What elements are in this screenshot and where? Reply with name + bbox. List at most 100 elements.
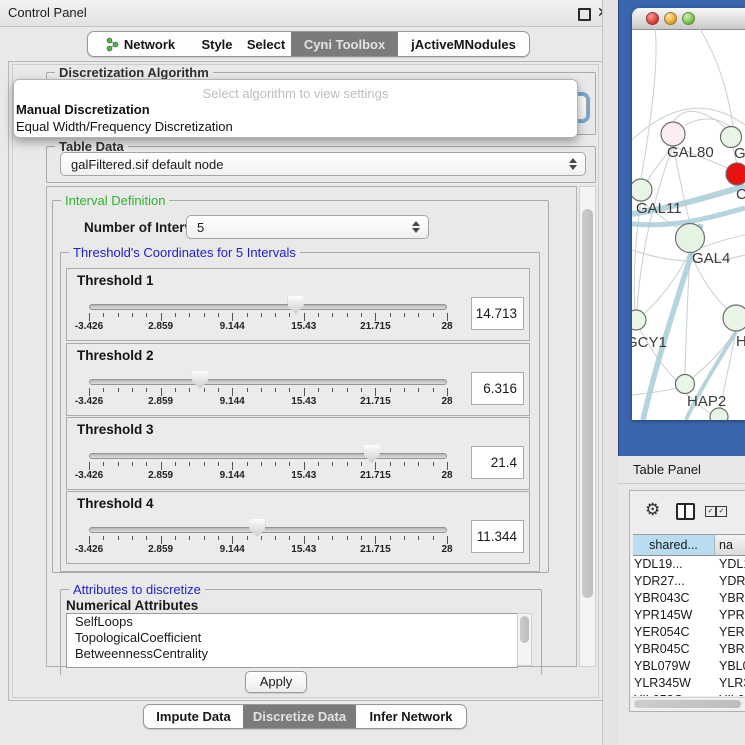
numerical-attributes-list[interactable]: SelfLoops TopologicalCoefficient Between… [66, 613, 518, 668]
apply-button[interactable]: Apply [245, 671, 307, 693]
threshold-1-box: Threshold 1 -3.4262.8599.14415.4321.7152… [66, 268, 530, 341]
tab-jactivemnodules-label: jActiveMNodules [411, 37, 516, 52]
discretization-algorithm-label: Discretization Algorithm [55, 65, 213, 80]
node-red-selected[interactable] [726, 163, 745, 185]
column-header-name[interactable]: na [715, 534, 745, 556]
number-of-intervals-combo[interactable]: 5 [186, 215, 429, 239]
close-traffic-light-icon[interactable] [646, 12, 659, 25]
bottom-tab-bar: Impute Data Discretize Data Infer Networ… [143, 704, 467, 729]
threshold-3-slider-track[interactable] [89, 453, 447, 459]
popup-option-manual[interactable]: Manual Discretization [14, 101, 577, 118]
threshold-1-slider-track[interactable] [89, 304, 447, 310]
threshold-2-label: Threshold 2 [77, 348, 154, 363]
node-gal80[interactable] [661, 122, 685, 146]
threshold-4-value-field[interactable]: 11.344 [471, 520, 524, 553]
network-canvas[interactable]: GAL80 GA C GAL11 GAL4 GCY1 H HAP2 [632, 29, 745, 420]
tab-impute-data-label: Impute Data [156, 709, 230, 724]
threshold-2-value-field[interactable]: 6.316 [471, 372, 524, 405]
threshold-3-label: Threshold 3 [77, 422, 154, 437]
column-header-shared-name[interactable]: shared... [633, 534, 715, 556]
list-scrollbar[interactable] [517, 613, 532, 666]
table-row[interactable]: YBR045CYBR0 [632, 641, 745, 658]
minimize-traffic-light-icon[interactable] [664, 12, 677, 25]
threshold-3-slider-thumb[interactable] [364, 445, 380, 463]
tab-cyni-toolbox-label: Cyni Toolbox [304, 37, 385, 52]
node-h[interactable] [723, 305, 745, 331]
table-data-combo[interactable]: galFiltered.sif default node [60, 152, 586, 176]
threshold-2-slider-thumb[interactable] [192, 371, 208, 389]
node-label-gal4: GAL4 [692, 250, 730, 267]
threshold-4-slider-track[interactable] [89, 527, 447, 533]
table-row[interactable]: YPR145WYPR1 [632, 607, 745, 624]
list-item[interactable]: BetweennessCentrality [67, 646, 517, 662]
slider-tick-labels: -3.4262.8599.14415.4321.71528 [89, 396, 447, 408]
panel-title: Control Panel [8, 5, 87, 20]
slider-ticks [89, 462, 447, 470]
numerical-attributes-label: Numerical Attributes [66, 598, 198, 613]
table-row[interactable]: YDR27...YDR2 [632, 573, 745, 590]
scrollbar-thumb[interactable] [634, 700, 741, 708]
table-row[interactable]: YIL052CYIL0 [632, 692, 745, 696]
table-row[interactable]: YBR043CYBR0 [632, 590, 745, 607]
node-gal11[interactable] [632, 179, 652, 201]
node-gcy1[interactable] [632, 310, 646, 330]
table-row[interactable]: YDL19...YDL1 [632, 556, 745, 573]
popup-option-equal-width[interactable]: Equal Width/Frequency Discretization [14, 118, 577, 135]
node-gal4[interactable] [676, 224, 705, 253]
threshold-1-value-field[interactable]: 14.713 [471, 297, 524, 330]
float-window-icon[interactable] [578, 8, 591, 21]
attributes-group-label: Attributes to discretize [69, 582, 205, 597]
threshold-3-value-field[interactable]: 21.4 [471, 446, 524, 479]
thresholds-group-label: Threshold's Coordinates for 5 Intervals [69, 245, 300, 260]
tab-infer-network[interactable]: Infer Network [356, 705, 466, 728]
popup-hint: Select algorithm to view settings [14, 80, 577, 101]
tab-jactivemnodules[interactable]: jActiveMNodules [398, 32, 529, 56]
node-label-gal80: GAL80 [667, 144, 714, 161]
threshold-4-label: Threshold 4 [77, 496, 154, 511]
scrollbar-thumb[interactable] [582, 209, 593, 598]
algorithm-popup: Select algorithm to view settings Manual… [13, 79, 578, 138]
slider-tick-labels: -3.4262.8599.14415.4321.71528 [89, 544, 447, 556]
checkbox-icon[interactable]: ✓ [705, 506, 716, 517]
tab-impute-data[interactable]: Impute Data [144, 705, 243, 728]
node-label-gal11: GAL11 [636, 200, 682, 217]
split-table-icon[interactable] [676, 503, 695, 520]
table-row[interactable]: YLR345WYLR3 [632, 675, 745, 692]
checkbox-icon[interactable]: ✓ [716, 506, 727, 517]
list-item[interactable]: SelfLoops [67, 614, 517, 630]
scrollbar-thumb[interactable] [520, 616, 529, 643]
table-rows-area: YDL19...YDL1 YDR27...YDR2 YBR043CYBR0 YP… [631, 556, 745, 696]
tab-infer-network-label: Infer Network [369, 709, 452, 724]
table-row[interactable]: YBL079WYBL0 [632, 658, 745, 675]
tab-network[interactable]: Network [88, 32, 193, 56]
settings-scrollbar[interactable] [579, 186, 596, 667]
stepper-icon [410, 221, 421, 233]
slider-ticks [89, 388, 447, 396]
node-label-ga: GA [734, 145, 745, 162]
table-row[interactable]: YER054CYER0 [632, 624, 745, 641]
panel-divider[interactable] [602, 0, 619, 745]
slider-tick-labels: -3.4262.8599.14415.4321.71528 [89, 321, 447, 333]
tab-style[interactable]: Style [193, 32, 241, 56]
threshold-4-slider-thumb[interactable] [249, 519, 265, 537]
slider-ticks [89, 313, 447, 321]
threshold-4-box: Threshold 4 -3.4262.8599.14415.4321.7152… [66, 491, 530, 564]
table-panel-title: Table Panel [633, 462, 701, 477]
network-icon [106, 37, 119, 52]
table-hscrollbar[interactable] [631, 697, 745, 710]
threshold-2-slider-track[interactable] [89, 379, 447, 385]
tab-discretize-data[interactable]: Discretize Data [243, 705, 356, 728]
tab-select[interactable]: Select [241, 32, 291, 56]
table-data-value: galFiltered.sif default node [61, 157, 567, 172]
tab-cyni-toolbox[interactable]: Cyni Toolbox [291, 32, 398, 56]
zoom-traffic-light-icon[interactable] [682, 12, 695, 25]
interval-definition-label: Interval Definition [61, 193, 169, 208]
gear-icon[interactable]: ⚙ [645, 500, 660, 520]
threshold-1-slider-thumb[interactable] [288, 296, 304, 314]
tab-network-label: Network [124, 37, 175, 52]
list-item[interactable]: TopologicalCoefficient [67, 630, 517, 646]
node-hap2[interactable] [676, 375, 695, 394]
node-label-c: C [736, 186, 745, 203]
top-tab-bar: Network Style Select Cyni Toolbox jActiv… [87, 31, 530, 57]
threshold-2-box: Threshold 2 -3.4262.8599.14415.4321.7152… [66, 343, 530, 416]
